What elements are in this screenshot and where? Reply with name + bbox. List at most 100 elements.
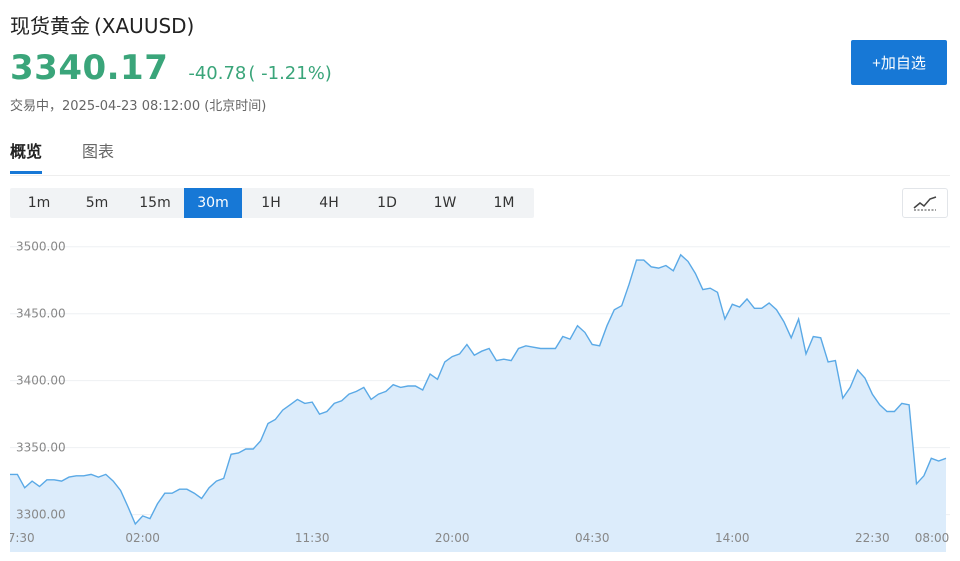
data-point [561, 335, 564, 338]
data-point [495, 359, 498, 362]
data-point [694, 272, 697, 275]
data-point [112, 480, 115, 483]
add-to-watchlist-button[interactable]: +加自选 [851, 40, 947, 85]
data-point [687, 260, 690, 263]
data-point [701, 288, 704, 291]
data-point [230, 453, 233, 456]
chart-type-button[interactable] [902, 188, 948, 218]
x-tick-label: 11:30 [295, 531, 330, 545]
data-point [620, 304, 623, 307]
price-chart: 3300.00 3350.00 3400.00 3450.00 3500.00 17:3… [0, 230, 950, 553]
data-point [716, 291, 719, 294]
data-point [348, 393, 351, 396]
x-tick-label: 20:00 [435, 531, 470, 545]
data-point [252, 448, 255, 451]
data-point [178, 488, 181, 491]
data-point [723, 318, 726, 321]
data-point [930, 457, 933, 460]
data-point [53, 478, 56, 481]
data-point [119, 489, 122, 492]
data-point [377, 393, 380, 396]
data-point [156, 502, 159, 505]
data-point [760, 307, 763, 310]
data-point [267, 422, 270, 425]
period-15m[interactable]: 15m [126, 188, 184, 218]
data-point [819, 336, 822, 339]
data-point [583, 331, 586, 334]
data-point [392, 383, 395, 386]
period-1h[interactable]: 1H [242, 188, 300, 218]
data-point [753, 307, 756, 310]
data-point [569, 338, 572, 341]
data-point [517, 347, 520, 350]
x-tick-label: 04:30 [575, 531, 610, 545]
data-point [731, 303, 734, 306]
data-point [863, 377, 866, 380]
y-tick-label: 3500.00 [16, 240, 66, 254]
data-point [532, 346, 535, 349]
data-point [547, 347, 550, 350]
data-point [613, 308, 616, 311]
data-point [237, 452, 240, 455]
data-point [340, 399, 343, 402]
period-4h[interactable]: 4H [300, 188, 358, 218]
data-point [75, 474, 78, 477]
data-point [222, 477, 225, 480]
main-tabs: 概览 图表 [10, 140, 154, 176]
status-text: 交易中， [10, 99, 63, 114]
tab-overview[interactable]: 概览 [10, 140, 43, 174]
data-point [805, 352, 808, 355]
data-point [208, 486, 211, 489]
data-point [524, 344, 527, 347]
data-point [945, 457, 948, 460]
data-point [591, 343, 594, 346]
status-timezone: (北京时间) [204, 99, 267, 114]
price-change: -40.78 [188, 63, 247, 84]
data-point [16, 473, 19, 476]
data-point [289, 403, 292, 406]
tabs-divider [10, 175, 950, 176]
period-selector: 1m 5m 15m 30m 1H 4H 1D 1W 1M [10, 188, 534, 218]
data-point [657, 267, 660, 270]
tab-chart[interactable]: 图表 [82, 140, 114, 174]
data-point [878, 403, 881, 406]
data-point [856, 368, 859, 371]
data-point [628, 283, 631, 286]
period-1d[interactable]: 1D [358, 188, 416, 218]
x-tick-label: 14:00 [715, 531, 750, 545]
data-point [38, 485, 41, 488]
data-point [709, 287, 712, 290]
data-point [782, 320, 785, 323]
data-point [274, 418, 277, 421]
data-point [200, 497, 203, 500]
data-point [215, 480, 218, 483]
data-point [458, 352, 461, 355]
period-1w[interactable]: 1W [416, 188, 474, 218]
y-tick-label: 3300.00 [16, 508, 66, 522]
period-5m[interactable]: 5m [68, 188, 126, 218]
data-point [244, 448, 247, 451]
data-point [908, 403, 911, 406]
data-point [834, 359, 837, 362]
data-point [185, 488, 188, 491]
period-1month[interactable]: 1M [474, 188, 534, 218]
data-point [318, 413, 321, 416]
period-30m[interactable]: 30m [184, 188, 242, 218]
period-1m[interactable]: 1m [10, 188, 68, 218]
instrument-title: 现货黄金 (XAUUSD) [10, 10, 194, 39]
data-point [502, 358, 505, 361]
data-point [104, 473, 107, 476]
data-point [23, 486, 26, 489]
data-point [841, 397, 844, 400]
data-point [886, 410, 889, 413]
data-point [672, 269, 675, 272]
data-point [480, 350, 483, 353]
data-point [827, 360, 830, 363]
data-point [812, 335, 815, 338]
data-point [90, 473, 93, 476]
data-point [937, 460, 940, 463]
data-point [134, 523, 137, 526]
data-point [407, 385, 410, 388]
last-price: 3340.17 [10, 48, 169, 88]
data-point [362, 386, 365, 389]
